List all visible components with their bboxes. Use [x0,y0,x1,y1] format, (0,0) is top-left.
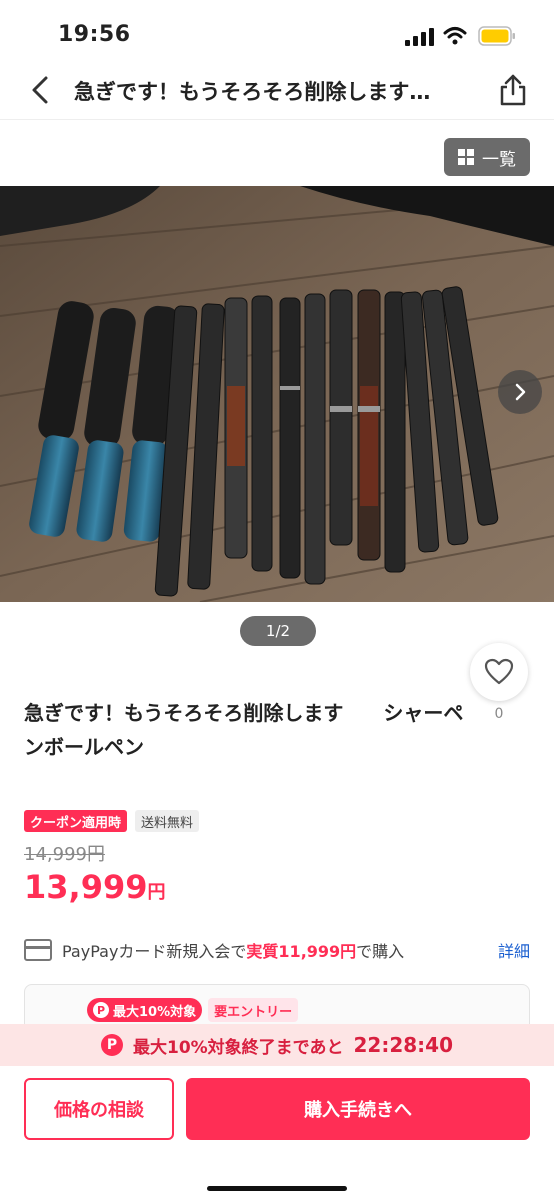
like-button[interactable] [470,643,528,701]
home-indicator [207,1186,347,1191]
price-unit: 円 [147,882,166,903]
price-badges: クーポン適用時 送料無料 [24,810,200,832]
back-button[interactable] [26,74,56,106]
promo-countdown-banner: P 最大10%対象終了まであと 22:28:40 [0,1024,554,1066]
paypay-card-suffix: で購入 [356,942,405,961]
promo-tags: P 最大10%対象 要エントリー [87,998,299,1022]
original-price: 14,999円 [24,844,105,865]
paypay-card-effective-price: 実質11,999円 [246,942,357,961]
product-photo[interactable] [0,186,554,602]
coupon-badge: クーポン適用時 [24,810,128,832]
heart-icon [484,658,514,685]
paypay-card-row[interactable]: PayPayカード新規入会で 実質11,999円 で購入 詳細 [24,936,530,964]
paypay-card-prefix: PayPayカード新規入会で [62,942,247,961]
status-time: 19:56 [58,22,131,47]
list-view-button[interactable]: 一覧 [444,138,530,176]
free-shipping-badge: 送料無料 [135,810,200,832]
max-reward-label: 最大10%対象 [113,1004,197,1020]
pens-image [0,186,554,602]
credit-card-icon [24,939,52,961]
bottom-action-bar: 価格の相談 購入手続きへ [0,1066,554,1200]
image-pager: 1/2 [240,616,316,646]
countdown-label: 最大10%対象終了まであと [132,1037,344,1058]
paypay-icon: P [93,1002,109,1018]
purchase-button[interactable]: 購入手続きへ [186,1078,530,1140]
signal-icon [405,28,434,46]
status-bar: 19:56 [0,0,554,62]
nav-bar: 急ぎです！もうそろそろ削除します… [0,62,554,120]
like-count: 0 [494,706,504,722]
list-view-label: 一覧 [482,149,516,170]
wifi-icon [443,27,467,45]
countdown-time: 22:28:40 [353,1033,454,1057]
chevron-right-icon [515,383,526,401]
item-title: 急ぎです！もうそろそろ削除します シャーペンボールペン [24,701,464,759]
price-number: 13,999 [24,868,148,906]
current-price: 13,999円 [24,868,165,906]
next-image-button[interactable] [498,370,542,414]
entry-required-tag: 要エントリー [208,998,299,1022]
battery-icon [478,26,515,46]
paypay-icon: P [100,1034,123,1056]
price-negotiation-button[interactable]: 価格の相談 [24,1078,174,1140]
share-icon[interactable] [498,73,528,107]
max-reward-tag: P 最大10%対象 [87,998,203,1022]
paypay-card-detail-link[interactable]: 詳細 [498,938,530,962]
nav-title: 急ぎです！もうそろそろ削除します… [74,80,431,104]
grid-icon [458,149,474,165]
